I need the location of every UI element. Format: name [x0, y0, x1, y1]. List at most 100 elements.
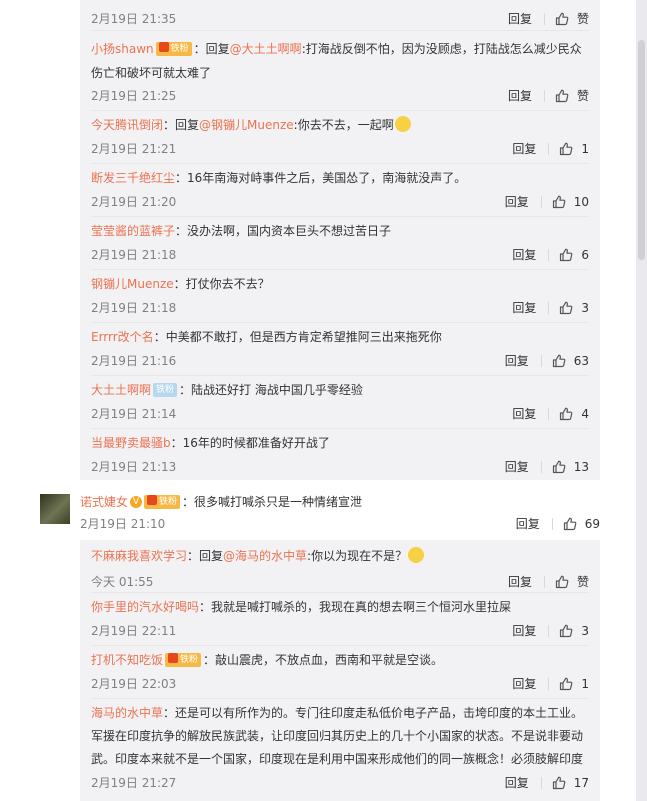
scrollbar[interactable]	[636, 0, 647, 801]
scrollbar-thumb[interactable]	[638, 40, 645, 260]
comment-actions: 回复 赞	[508, 11, 589, 27]
cry-emoji	[394, 115, 411, 132]
divider	[540, 777, 542, 789]
reply-button[interactable]: 回复	[505, 353, 529, 369]
like-count: 13	[573, 460, 589, 474]
like-button[interactable]: 3	[559, 623, 589, 639]
comment-text: 莹莹酱的蓝裤子：没办法啊，国内资本巨头不想过苦日子	[91, 220, 589, 242]
fan-icon	[158, 41, 169, 52]
reply-item: 你手里的汽水好喝吗：我就是喊打喊杀的，我现在真的想去啊三个恒河水里拉屎 2月19日…	[91, 593, 589, 646]
reply-button[interactable]: 回复	[508, 574, 532, 590]
divider	[540, 461, 542, 473]
reply-button[interactable]: 回复	[512, 141, 536, 157]
username-link[interactable]: 今天腾讯倒闭	[91, 118, 163, 132]
divider	[548, 302, 550, 314]
divider	[548, 143, 550, 155]
comment-actions: 回复 赞	[508, 88, 589, 104]
divider	[548, 678, 550, 690]
username-link[interactable]: 打机不知吃饭	[91, 653, 163, 667]
like-count: 17	[573, 776, 589, 790]
like-count: 赞	[576, 89, 589, 103]
username-link[interactable]: Errrr改个名	[91, 330, 154, 344]
comment-panel: 用户名被遮挡：回复@………2月19日 21:35回复赞 小扬shawn铁粉：回复…	[0, 0, 636, 801]
like-button[interactable]: 赞	[555, 88, 589, 104]
reply-button[interactable]: 回复	[508, 88, 532, 104]
comment-body: ：16年的时候都准备好开战了	[170, 436, 330, 450]
username-link[interactable]: 不麻麻我喜欢学习	[91, 549, 187, 563]
like-button[interactable]: 13	[552, 459, 589, 475]
username-link[interactable]: 断发三千绝红尘	[91, 171, 175, 185]
reply-button[interactable]: 回复	[508, 11, 532, 27]
comment-text: 海马的水中草：还是可以有所作为的。专门往印度走私低价电子产品，击垮印度的本土工业…	[91, 702, 589, 771]
like-count: 3	[581, 624, 589, 638]
reply-button[interactable]: 回复	[512, 623, 536, 639]
comment-actions: 回复 3	[512, 623, 589, 639]
thumbs-up-icon	[560, 677, 573, 691]
comment-body: ：回复	[187, 549, 224, 563]
timestamp: 今天 01:55	[91, 575, 154, 589]
comment-text: Errrr改个名：中美都不敢打，但是西方肯定希望推阿三出来拖死你	[91, 326, 589, 348]
fan-badge: 铁粉	[153, 382, 178, 397]
like-button[interactable]: 69	[563, 516, 600, 532]
like-button[interactable]: 6	[559, 247, 589, 263]
divider	[548, 249, 550, 261]
like-button[interactable]: 赞	[555, 574, 589, 590]
reply-item: 打机不知吃饭 铁粉 ：敲山震虎，不放点血，西南和平就是空谈。 2月19日 22:03 回…	[91, 646, 589, 699]
thumbs-up-icon	[560, 248, 573, 262]
thumbs-up-icon	[555, 575, 569, 589]
timestamp: 2月19日 21:18	[91, 301, 177, 315]
fan-badge: 铁粉	[165, 652, 202, 667]
reply-button[interactable]: 回复	[505, 775, 529, 791]
thumbs-up-icon	[560, 301, 573, 315]
comment-body: ：没办法啊，国内资本巨头不想过苦日子	[175, 224, 392, 238]
like-count: 赞	[576, 12, 589, 26]
thumbs-up-icon	[560, 624, 573, 638]
like-button[interactable]: 63	[552, 353, 589, 369]
divider	[548, 625, 550, 637]
like-button[interactable]: 赞	[555, 11, 589, 27]
username-link[interactable]: 你手里的汽水好喝吗	[91, 600, 199, 614]
reply-button[interactable]: 回复	[512, 676, 536, 692]
comment-body: ：我就是喊打喊杀的，我现在真的想去啊三个恒河水里拉屎	[199, 600, 512, 614]
thumbs-up-icon	[560, 407, 573, 421]
username-link[interactable]: 当最野卖最骚b	[91, 436, 171, 450]
comment-body: ：陆战还好打 海战中国几乎零经验	[179, 383, 363, 397]
mention-link[interactable]: @钢镚儿Muenze	[199, 118, 294, 132]
like-button[interactable]: 1	[559, 141, 589, 157]
username-link[interactable]: 大土土啊啊	[91, 383, 151, 397]
mention-link[interactable]: @大土土啊啊	[230, 42, 302, 56]
reply-button[interactable]: 回复	[512, 406, 536, 422]
reply-button[interactable]: 回复	[505, 459, 529, 475]
like-count: 3	[581, 301, 589, 315]
like-button[interactable]: 3	[559, 300, 589, 316]
reply-item: 莹莹酱的蓝裤子：没办法啊，国内资本巨头不想过苦日子 2月19日 21:18 回复 6	[91, 217, 589, 270]
timestamp: 2月19日 22:11	[91, 624, 177, 638]
comment-actions: 回复 3	[512, 300, 589, 316]
comment-body: ：还是可以有所作为的。专门往印度走私低价电子产品，击垮印度的本土工业。军援在印度…	[91, 706, 584, 766]
mention-link[interactable]: @海马的水中草	[223, 549, 307, 563]
like-button[interactable]: 10	[552, 194, 589, 210]
reply-button[interactable]: 回复	[505, 194, 529, 210]
reply-button[interactable]: 回复	[512, 247, 536, 263]
comment-actions: 回复 13	[505, 459, 589, 475]
thumbs-up-icon	[555, 12, 569, 26]
reply-button[interactable]: 回复	[516, 516, 540, 532]
timestamp: 2月19日 21:16	[91, 354, 177, 368]
like-button[interactable]: 1	[559, 676, 589, 692]
avatar[interactable]	[40, 494, 70, 524]
comment-body: ：敲山震虎，不放点血，西南和平就是空谈。	[203, 653, 444, 667]
comment-actions: 回复 17	[505, 775, 589, 791]
divider	[540, 196, 542, 208]
like-button[interactable]: 17	[552, 775, 589, 791]
comment-text: 你手里的汽水好喝吗：我就是喊打喊杀的，我现在真的想去啊三个恒河水里拉屎	[91, 596, 589, 618]
username-link[interactable]: 诺式婕女	[80, 495, 128, 509]
comment-text: 今天腾讯倒闭：回复@钢镚儿Muenze:你去不去，一起啊	[91, 114, 589, 136]
username-link[interactable]: 莹莹酱的蓝裤子	[91, 224, 175, 238]
comment-actions: 回复 赞	[508, 574, 589, 590]
username-link[interactable]: 小扬shawn	[91, 42, 154, 56]
timestamp: 2月19日 21:18	[91, 248, 177, 262]
username-link[interactable]: 海马的水中草	[91, 706, 163, 720]
reply-button[interactable]: 回复	[512, 300, 536, 316]
like-button[interactable]: 4	[559, 406, 589, 422]
username-link[interactable]: 钢镚儿Muenze	[91, 277, 174, 291]
